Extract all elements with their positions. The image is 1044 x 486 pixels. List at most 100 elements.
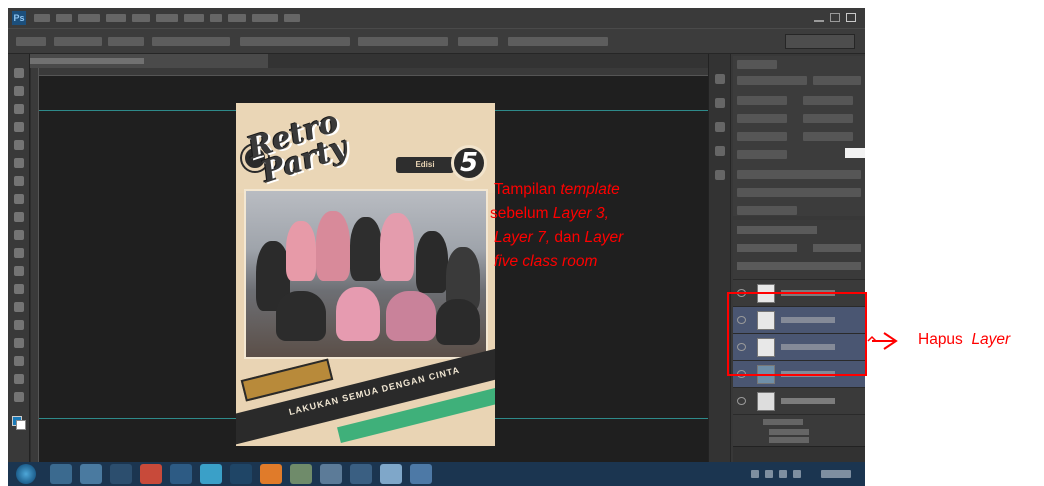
faux-style-buttons[interactable]	[737, 170, 861, 179]
warp-text-button[interactable]	[458, 37, 498, 46]
font-size-dropdown[interactable]	[152, 37, 230, 46]
menu-item-3d[interactable]	[210, 14, 222, 22]
clone-stamp-tool-icon[interactable]	[14, 212, 24, 222]
taskbar-app-icon[interactable]	[80, 464, 102, 484]
tray-icon[interactable]	[779, 470, 787, 478]
layer-row[interactable]	[733, 388, 865, 415]
menu-item-view[interactable]	[228, 14, 246, 22]
clock[interactable]	[821, 470, 851, 478]
taskbar-app-icon[interactable]	[350, 464, 372, 484]
font-family-field[interactable]	[737, 76, 807, 85]
workspace-switcher[interactable]	[785, 34, 855, 49]
dodge-tool-icon[interactable]	[14, 302, 24, 312]
move-tool-icon[interactable]	[14, 68, 24, 78]
hand-tool-icon[interactable]	[14, 392, 24, 402]
align-buttons[interactable]	[240, 37, 350, 46]
eyedropper-tool-icon[interactable]	[14, 158, 24, 168]
layer-name	[781, 398, 835, 404]
menu-item-layer[interactable]	[106, 14, 126, 22]
font-size-field[interactable]	[737, 96, 787, 105]
layer-thumbnail	[757, 392, 775, 411]
taskbar-app-icon[interactable]	[320, 464, 342, 484]
taskbar-app-icon[interactable]	[200, 464, 222, 484]
background-color-swatch[interactable]	[16, 420, 26, 430]
character-tab[interactable]	[737, 60, 777, 69]
menu-item-help[interactable]	[284, 14, 300, 22]
layer-word: Layer	[971, 331, 1011, 348]
document-tab-label	[24, 58, 144, 64]
photoshop-window: Ps Retro Party Edisi 5 LAKUKAN SEMUA DEN…	[8, 8, 865, 486]
taskbar-app-icon[interactable]	[50, 464, 72, 484]
menu-item-type[interactable]	[132, 14, 150, 22]
font-family-dropdown[interactable]	[54, 37, 102, 46]
layer-effects-row[interactable]	[733, 415, 865, 445]
menu-item-window[interactable]	[252, 14, 278, 22]
photo-figure	[276, 291, 326, 341]
quick-select-tool-icon[interactable]	[14, 122, 24, 132]
horizontal-scale-field[interactable]	[803, 132, 853, 141]
blur-tool-icon[interactable]	[14, 284, 24, 294]
eraser-tool-icon[interactable]	[14, 248, 24, 258]
opacity-field[interactable]	[813, 244, 861, 252]
stroke-effect	[769, 429, 809, 435]
minimize-button[interactable]	[814, 13, 824, 22]
opentype-buttons[interactable]	[737, 188, 861, 197]
text-color-swatch[interactable]	[845, 148, 865, 158]
pen-tool-icon[interactable]	[14, 320, 24, 330]
taskbar-app-icon[interactable]	[110, 464, 132, 484]
distribute-buttons[interactable]	[358, 37, 448, 46]
layers-panel-header	[733, 220, 865, 280]
baseline-field[interactable]	[737, 150, 787, 159]
tracking-field[interactable]	[803, 114, 853, 123]
crop-tool-icon[interactable]	[14, 140, 24, 150]
history-brush-tool-icon[interactable]	[14, 230, 24, 240]
taskbar-app-icon[interactable]	[380, 464, 402, 484]
shape-tool-icon[interactable]	[14, 374, 24, 384]
kerning-field[interactable]	[737, 114, 787, 123]
taskbar-app-icon[interactable]	[290, 464, 312, 484]
document-tab[interactable]	[18, 54, 268, 68]
layer-filter-dropdown[interactable]	[737, 226, 817, 234]
close-button[interactable]	[846, 13, 856, 22]
language-dropdown[interactable]	[737, 206, 797, 215]
menu-item-filter[interactable]	[184, 14, 204, 22]
taskbar-app-icon[interactable]	[260, 464, 282, 484]
start-button-icon[interactable]	[16, 464, 36, 484]
character-panel-icon[interactable]	[715, 122, 725, 132]
menu-item-edit[interactable]	[56, 14, 72, 22]
brush-tool-icon[interactable]	[14, 194, 24, 204]
styles-panel-icon[interactable]	[715, 170, 725, 180]
healing-tool-icon[interactable]	[14, 176, 24, 186]
tool-preset-picker[interactable]	[16, 37, 46, 46]
menu-item-image[interactable]	[78, 14, 100, 22]
tray-icon[interactable]	[793, 470, 801, 478]
font-style-field[interactable]	[813, 76, 861, 85]
eye-icon[interactable]	[737, 397, 746, 405]
marquee-tool-icon[interactable]	[14, 86, 24, 96]
menu-item-file[interactable]	[34, 14, 50, 22]
tray-icon[interactable]	[751, 470, 759, 478]
gradient-tool-icon[interactable]	[14, 266, 24, 276]
maximize-button[interactable]	[830, 13, 840, 22]
lock-buttons[interactable]	[737, 262, 861, 270]
leading-field[interactable]	[803, 96, 853, 105]
taskbar-app-icon[interactable]	[140, 464, 162, 484]
font-style-dropdown[interactable]	[108, 37, 144, 46]
history-panel-icon[interactable]	[715, 74, 725, 84]
properties-panel-icon[interactable]	[715, 98, 725, 108]
taskbar-app-icon[interactable]	[230, 464, 252, 484]
taskbar-app-icon[interactable]	[170, 464, 192, 484]
taskbar-app-icon[interactable]	[410, 464, 432, 484]
lasso-tool-icon[interactable]	[14, 104, 24, 114]
paragraph-panel-icon[interactable]	[715, 146, 725, 156]
menu-item-select[interactable]	[156, 14, 178, 22]
path-select-tool-icon[interactable]	[14, 356, 24, 366]
type-tool-icon[interactable]	[14, 338, 24, 348]
tray-icon[interactable]	[765, 470, 773, 478]
3d-mode-buttons[interactable]	[508, 37, 608, 46]
menu-bar: Ps	[8, 8, 865, 28]
blend-mode-dropdown[interactable]	[737, 244, 797, 252]
poster-document: Retro Party Edisi 5 LAKUKAN SEMUA DENGAN…	[236, 103, 495, 446]
vertical-scale-field[interactable]	[737, 132, 787, 141]
photoshop-logo-icon: Ps	[12, 11, 26, 25]
